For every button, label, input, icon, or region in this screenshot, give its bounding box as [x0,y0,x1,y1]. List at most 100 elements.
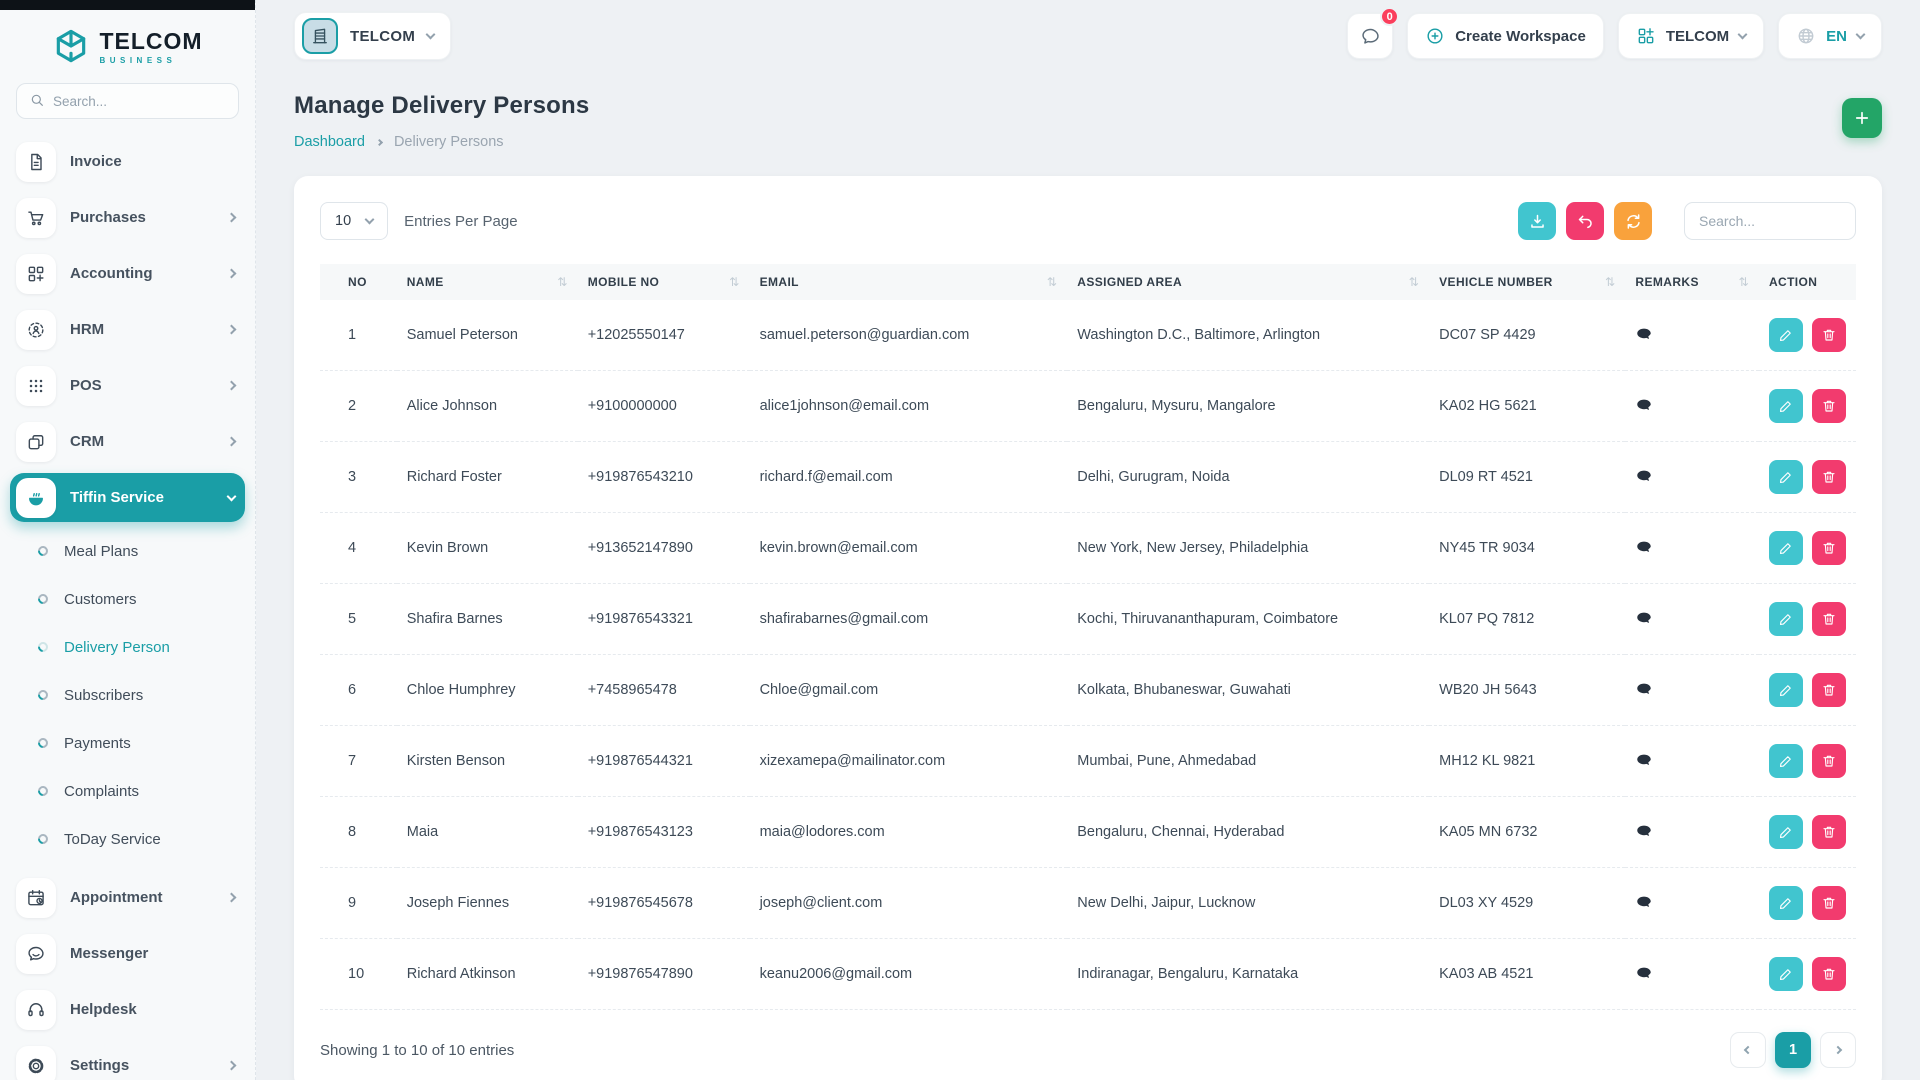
sidebar-item-crm[interactable]: CRM [10,417,245,466]
cell-area: Indiranagar, Bengaluru, Karnataka [1067,939,1429,1010]
sort-icon[interactable]: ⇅ [1605,275,1615,289]
column-remarks[interactable]: REMARKS⇅ [1625,264,1759,300]
breadcrumb-dashboard-link[interactable]: Dashboard [294,134,365,150]
sort-icon[interactable]: ⇅ [557,275,567,289]
sidebar-item-accounting[interactable]: Accounting [10,249,245,298]
column-vehicle-number[interactable]: VEHICLE NUMBER⇅ [1429,264,1625,300]
sort-icon[interactable]: ⇅ [1409,275,1419,289]
entries-per-page-select[interactable]: 10 [320,202,388,240]
sidebar-subitem-payments[interactable]: Payments [10,723,245,763]
delete-button[interactable] [1812,673,1846,707]
cell-area: Kolkata, Bhubaneswar, Guwahati [1067,655,1429,726]
remark-button[interactable] [1635,823,1653,841]
remark-button[interactable] [1635,610,1653,628]
org-selector[interactable]: TELCOM [1618,13,1764,59]
sidebar-item-purchases[interactable]: Purchases [10,193,245,242]
edit-button[interactable] [1769,602,1803,636]
pagination-prev[interactable] [1730,1032,1766,1068]
brand-logo[interactable]: TELCOM BUSINESS [0,10,255,83]
delete-button[interactable] [1812,531,1846,565]
cell-mobile: +919876543210 [578,442,750,513]
remark-button[interactable] [1635,681,1653,699]
remark-button[interactable] [1635,326,1653,344]
workspace-selector[interactable]: TELCOM [294,12,451,60]
remark-button[interactable] [1635,397,1653,415]
sidebar-item-messenger[interactable]: Messenger [10,929,245,978]
sidebar-item-invoice[interactable]: Invoice [10,137,245,186]
delete-button[interactable] [1812,744,1846,778]
edit-button[interactable] [1769,957,1803,991]
chevron-down-icon [426,30,436,40]
chat-button[interactable]: 0 [1347,13,1393,59]
sidebar-subitem-subscribers[interactable]: Subscribers [10,675,245,715]
pagination-page-1[interactable]: 1 [1775,1032,1811,1068]
cell-email: joseph@client.com [750,868,1068,939]
sidebar-subitem-customers[interactable]: Customers [10,579,245,619]
cell-remarks [1625,442,1759,513]
remark-button[interactable] [1635,468,1653,486]
column-assigned-area[interactable]: ASSIGNED AREA⇅ [1067,264,1429,300]
edit-button[interactable] [1769,815,1803,849]
delete-button[interactable] [1812,460,1846,494]
sidebar-item-appointment[interactable]: Appointment [10,873,245,922]
column-action: ACTION [1759,264,1856,300]
table-search-input[interactable] [1684,202,1856,240]
cell-name: Kirsten Benson [397,726,578,797]
edit-button[interactable] [1769,744,1803,778]
language-selector[interactable]: EN [1778,13,1882,59]
sidebar-item-helpdesk[interactable]: Helpdesk [10,985,245,1034]
remark-button[interactable] [1635,752,1653,770]
cell-mobile: +919876547890 [578,939,750,1010]
delete-button[interactable] [1812,886,1846,920]
brand-text: TELCOM BUSINESS [99,30,202,65]
pencil-icon [1778,540,1794,556]
sidebar-subitem-meal-plans[interactable]: Meal Plans [10,531,245,571]
create-workspace-button[interactable]: Create Workspace [1407,13,1604,59]
delete-button[interactable] [1812,602,1846,636]
cell-action [1759,300,1856,371]
delete-button[interactable] [1812,957,1846,991]
remark-button[interactable] [1635,539,1653,557]
chevron-left-icon [1744,1046,1752,1054]
sidebar-nav: Invoice Purchases Accounting HRM POS CRM… [0,137,255,522]
edit-button[interactable] [1769,318,1803,352]
sidebar-subitem-delivery-person[interactable]: Delivery Person [10,627,245,667]
entries-per-page-label: Entries Per Page [404,213,517,230]
sort-icon[interactable]: ⇅ [729,275,739,289]
sort-icon[interactable]: ⇅ [1738,275,1748,289]
column-mobile[interactable]: MOBILE NO⇅ [578,264,750,300]
brand-name: TELCOM [99,30,202,53]
sidebar-search-input[interactable] [53,94,226,109]
column-email[interactable]: EMAIL⇅ [750,264,1068,300]
sidebar-item-settings[interactable]: Settings [10,1041,245,1080]
column-name[interactable]: NAME⇅ [397,264,578,300]
edit-button[interactable] [1769,389,1803,423]
sidebar-subitem-complaints[interactable]: Complaints [10,771,245,811]
undo-button[interactable] [1566,202,1604,240]
table-footer: Showing 1 to 10 of 10 entries 1 [320,1032,1856,1068]
sidebar-item-tiffin-service[interactable]: Tiffin Service [10,473,245,522]
cell-remarks [1625,655,1759,726]
sidebar-item-hrm[interactable]: HRM [10,305,245,354]
sidebar-item-pos[interactable]: POS [10,361,245,410]
edit-button[interactable] [1769,460,1803,494]
edit-button[interactable] [1769,886,1803,920]
remark-button[interactable] [1635,965,1653,983]
cell-action [1759,442,1856,513]
cell-no: 9 [320,868,397,939]
cell-area: Bengaluru, Mysuru, Mangalore [1067,371,1429,442]
comment-icon [1635,539,1653,557]
cell-mobile: +9100000000 [578,371,750,442]
sort-icon[interactable]: ⇅ [1047,275,1057,289]
pagination-next[interactable] [1820,1032,1856,1068]
delete-button[interactable] [1812,318,1846,352]
edit-button[interactable] [1769,531,1803,565]
delete-button[interactable] [1812,389,1846,423]
remark-button[interactable] [1635,894,1653,912]
export-button[interactable] [1518,202,1556,240]
sidebar-subitem-today-service[interactable]: ToDay Service [10,819,245,859]
delete-button[interactable] [1812,815,1846,849]
refresh-button[interactable] [1614,202,1652,240]
edit-button[interactable] [1769,673,1803,707]
add-delivery-person-button[interactable] [1842,98,1882,138]
